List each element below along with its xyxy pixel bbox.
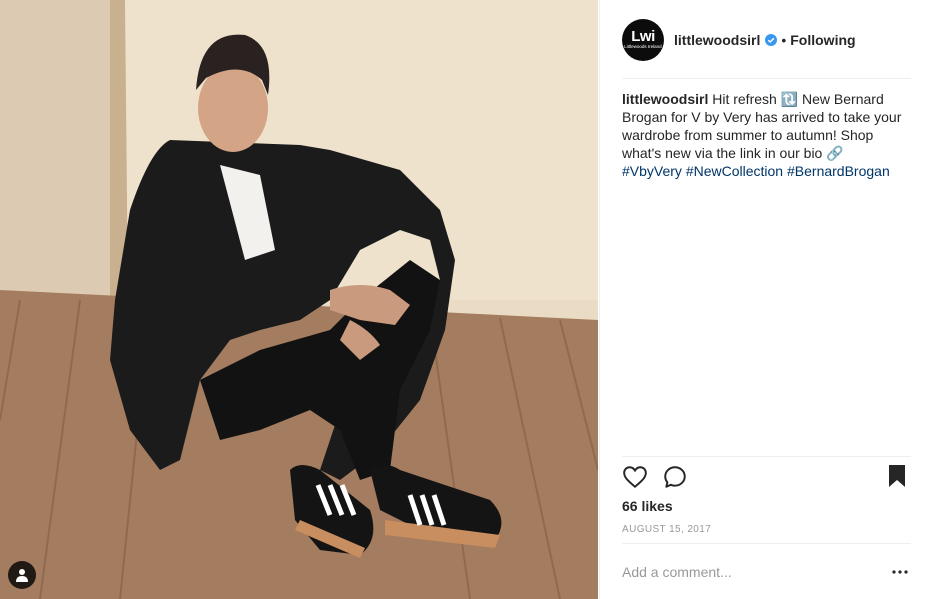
more-dots-icon	[892, 570, 908, 574]
heart-icon	[623, 466, 647, 489]
following-button[interactable]: Following	[790, 32, 855, 48]
post-sidebar: Lwi Littlewoods Ireland littlewoodsirl •…	[599, 0, 934, 599]
post-caption: littlewoodsirl Hit refresh 🔃 New Bernard…	[622, 90, 914, 180]
user-tag-icon	[16, 569, 28, 582]
refresh-emoji: 🔃	[780, 91, 799, 107]
divider	[622, 543, 911, 544]
comment-button[interactable]	[662, 464, 688, 495]
avatar-logo-text: Lwi	[631, 28, 655, 45]
verified-badge-icon	[765, 34, 778, 46]
like-button[interactable]	[622, 464, 648, 495]
post-actions	[622, 464, 912, 494]
header-separator: •	[781, 32, 787, 48]
post-photo-illustration	[0, 0, 598, 599]
post-date[interactable]: AUGUST 15, 2017	[622, 524, 711, 535]
comment-bubble-icon	[664, 466, 686, 488]
avatar[interactable]: Lwi Littlewoods Ireland	[622, 19, 664, 61]
caption-username-link[interactable]: littlewoodsirl	[622, 91, 708, 107]
bookmark-icon	[889, 465, 905, 487]
save-button[interactable]	[888, 464, 906, 493]
link-emoji: 🔗	[826, 145, 844, 161]
divider	[622, 456, 911, 457]
more-options-button[interactable]	[890, 564, 910, 580]
hashtag-link[interactable]: #VbyVery	[622, 163, 682, 179]
hashtag-link[interactable]: #BernardBrogan	[787, 163, 890, 179]
tagged-users-button[interactable]	[8, 561, 36, 589]
post-photo[interactable]	[0, 0, 598, 599]
likes-count[interactable]: 66 likes	[622, 498, 673, 514]
username-link[interactable]: littlewoodsirl	[674, 32, 760, 48]
divider	[622, 78, 911, 79]
comment-input[interactable]	[622, 560, 872, 584]
hashtag-link[interactable]: #NewCollection	[686, 163, 783, 179]
post-header: Lwi Littlewoods Ireland littlewoodsirl •…	[622, 18, 856, 62]
avatar-logo-subtext: Littlewoods Ireland	[624, 44, 662, 50]
caption-text: Hit refresh	[712, 91, 777, 107]
